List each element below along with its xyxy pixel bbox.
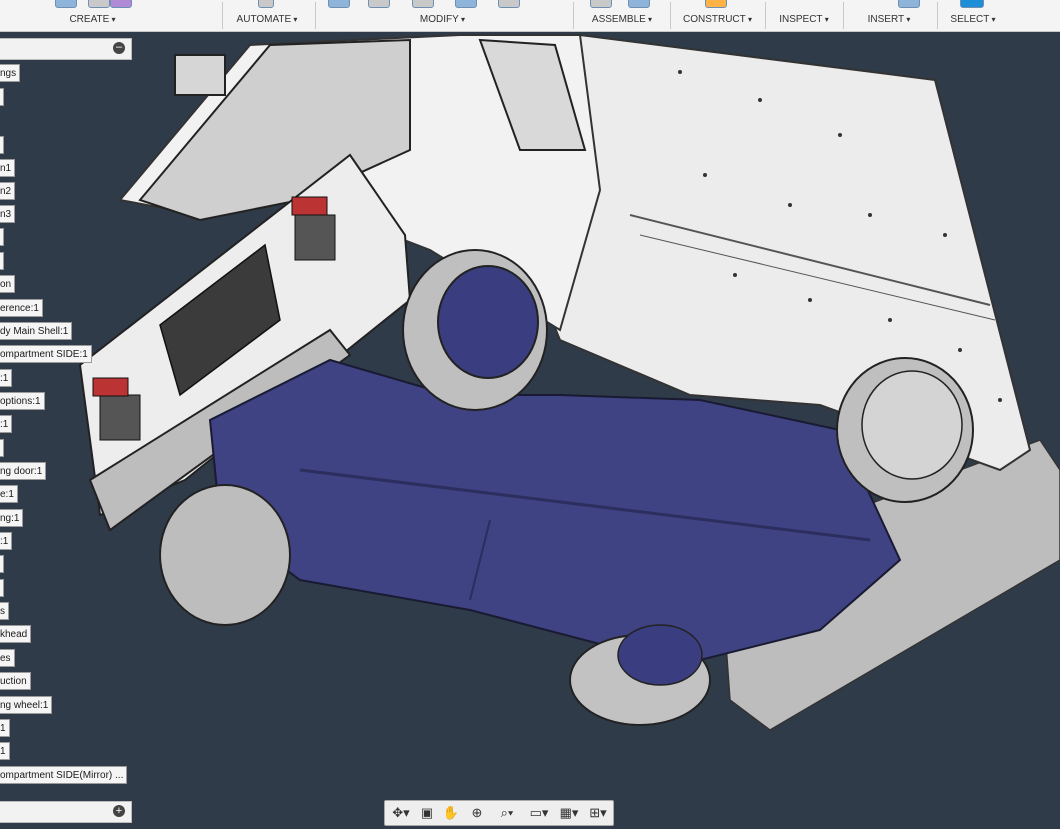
tree-item[interactable]: n3: [0, 205, 16, 223]
automate-menu[interactable]: AUTOMATE: [228, 14, 306, 25]
navigation-bar: ✥▾ ▣ ✋ ⊕ ⌕▾ ▭▾ ▦▾ ⊞▾: [384, 800, 614, 826]
viewports-icon[interactable]: ⊞▾: [585, 804, 611, 822]
create-group[interactable]: CREATE: [50, 0, 135, 31]
tree-item[interactable]: dy Main Shell:1: [0, 322, 73, 340]
select-menu[interactable]: SELECT: [942, 14, 1004, 25]
tree-item[interactable]: [0, 555, 4, 573]
tree-item[interactable]: e:1: [0, 485, 18, 503]
headlight-upper: [294, 214, 336, 261]
tree-item[interactable]: n2: [0, 182, 16, 200]
select-group[interactable]: SELECT: [942, 0, 1004, 31]
tree-item[interactable]: es: [0, 649, 15, 667]
tree-item[interactable]: ng wheel:1: [0, 696, 53, 714]
truck-model[interactable]: [0, 32, 1060, 829]
wheel-front-left: [159, 484, 291, 626]
tree-item[interactable]: :1: [0, 532, 13, 550]
collapse-icon[interactable]: –: [113, 42, 125, 54]
pan-icon[interactable]: ✋: [441, 804, 461, 822]
orbit-icon[interactable]: ✥▾: [389, 804, 413, 822]
insert-group[interactable]: INSERT: [848, 0, 930, 31]
tree-item[interactable]: ng:1: [0, 509, 24, 527]
construct-menu[interactable]: CONSTRUCT: [675, 14, 760, 25]
tree-item[interactable]: [0, 88, 4, 106]
tree-item[interactable]: ompartment SIDE:1: [0, 345, 92, 363]
side-mirror: [174, 54, 226, 96]
construct-group[interactable]: CONSTRUCT: [675, 0, 760, 31]
chassis-frame: [208, 358, 902, 667]
tree-item[interactable]: 1: [0, 719, 10, 737]
canvas-viewport[interactable]: [0, 32, 1060, 829]
tree-item[interactable]: [0, 136, 4, 154]
expand-icon[interactable]: +: [113, 805, 125, 817]
assemble-menu[interactable]: ASSEMBLE: [578, 14, 666, 25]
tree-item[interactable]: :1: [0, 369, 13, 387]
tree-item[interactable]: uction: [0, 672, 31, 690]
inspect-menu[interactable]: INSPECT: [770, 14, 838, 25]
headlight-left: [99, 394, 141, 441]
tree-item[interactable]: n1: [0, 159, 16, 177]
tree-item[interactable]: ngs: [0, 64, 21, 82]
tree-item[interactable]: erence:1: [0, 299, 43, 317]
create-menu[interactable]: CREATE: [50, 14, 135, 25]
comments-panel-header[interactable]: +: [0, 801, 132, 823]
display-settings-icon[interactable]: ▭▾: [525, 804, 553, 822]
tree-item[interactable]: on: [0, 275, 16, 293]
tree-item[interactable]: khead: [0, 625, 32, 643]
zoom-icon[interactable]: ⊕: [465, 804, 489, 822]
tree-item[interactable]: ng door:1: [0, 462, 47, 480]
tree-item[interactable]: [0, 439, 4, 457]
main-toolbar: CREATE AUTOMATE MODIFY ASSEMBLE CONSTRUC…: [0, 0, 1060, 32]
tree-item[interactable]: 1: [0, 742, 10, 760]
tree-item[interactable]: [0, 579, 4, 597]
tree-item[interactable]: s: [0, 602, 9, 620]
tree-item[interactable]: options:1: [0, 392, 45, 410]
insert-menu[interactable]: INSERT: [848, 14, 930, 25]
inspect-group[interactable]: INSPECT: [770, 0, 838, 31]
tree-item[interactable]: [0, 252, 4, 270]
tree-item[interactable]: :1: [0, 415, 13, 433]
look-at-icon[interactable]: ▣: [417, 804, 437, 822]
tree-item[interactable]: [0, 228, 4, 246]
modify-group[interactable]: MODIFY: [320, 0, 565, 31]
fit-icon[interactable]: ⌕▾: [493, 804, 521, 822]
modify-menu[interactable]: MODIFY: [320, 14, 565, 25]
automate-group[interactable]: AUTOMATE: [228, 0, 306, 31]
grid-icon[interactable]: ▦▾: [555, 804, 583, 822]
assemble-group[interactable]: ASSEMBLE: [578, 0, 666, 31]
tree-item[interactable]: ompartment SIDE(Mirror) ...: [0, 766, 128, 784]
browser-panel-header[interactable]: –: [0, 38, 132, 60]
